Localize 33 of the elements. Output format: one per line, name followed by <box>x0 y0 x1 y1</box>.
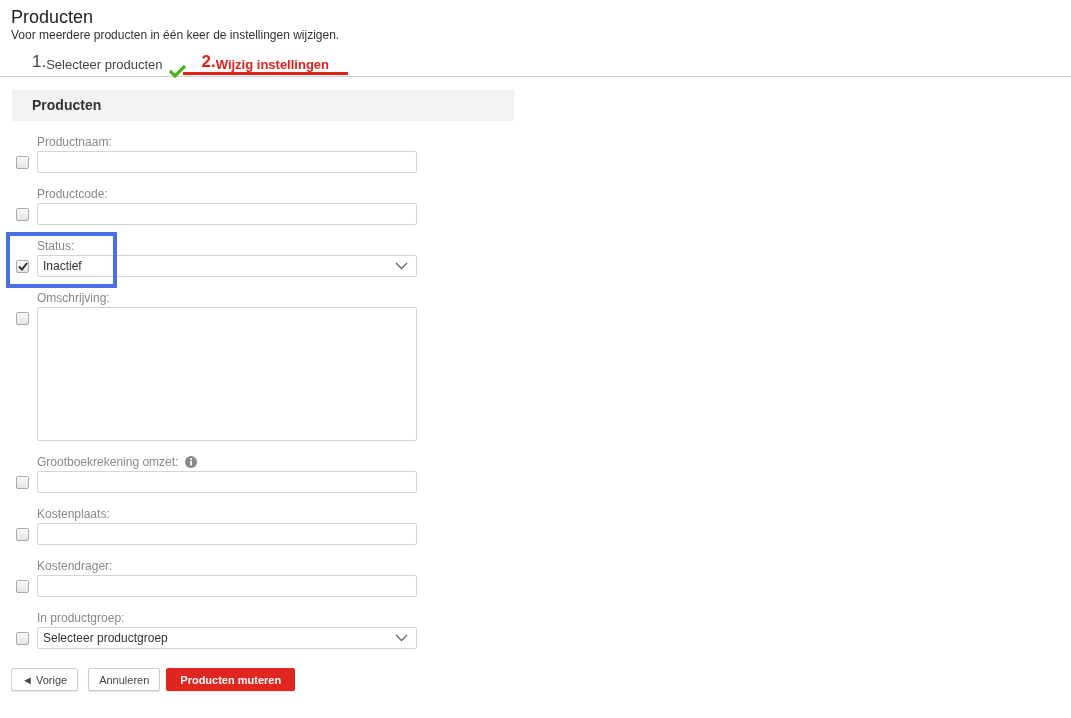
text-field[interactable] <box>37 203 417 225</box>
field-label: Productcode: <box>37 187 108 201</box>
checkbox[interactable] <box>16 260 29 273</box>
text-field[interactable] <box>37 523 417 545</box>
textarea-field[interactable] <box>37 307 417 441</box>
field-label: Omschrijving: <box>37 291 110 305</box>
text-field[interactable] <box>37 151 417 173</box>
chevron-down-icon <box>395 634 408 642</box>
action-button[interactable]: ◄ Vorige <box>11 668 79 691</box>
select-field[interactable]: Inactief <box>37 255 417 277</box>
field-label: Kostenplaats: <box>37 507 110 521</box>
select-field[interactable]: Selecteer productgroep <box>37 627 417 649</box>
field-label: Kostendrager: <box>37 559 113 573</box>
field-label: Grootboekrekening omzet: <box>37 455 179 469</box>
page-subtitle: Voor meerdere producten in één keer de instellingen wijzigen. <box>11 28 341 42</box>
field-label: Productnaam: <box>37 135 112 149</box>
checkbox[interactable] <box>16 156 29 169</box>
checkbox[interactable] <box>16 580 29 593</box>
checkbox[interactable] <box>16 528 29 541</box>
checkbox[interactable] <box>16 208 29 221</box>
checkbox[interactable] <box>16 476 29 489</box>
checkbox[interactable] <box>16 312 29 325</box>
text-field[interactable] <box>37 575 417 597</box>
action-button[interactable]: Producten muteren <box>166 668 296 691</box>
chevron-down-icon <box>395 262 408 270</box>
checkbox[interactable] <box>16 632 29 645</box>
section-header: Producten <box>12 90 514 121</box>
field-label: In productgroep: <box>37 611 125 625</box>
field-label: Status: <box>37 239 75 253</box>
page-title: Producten <box>11 7 95 28</box>
text-field[interactable] <box>37 471 417 493</box>
info-icon[interactable] <box>185 456 198 468</box>
action-button[interactable]: Annuleren <box>88 668 161 691</box>
